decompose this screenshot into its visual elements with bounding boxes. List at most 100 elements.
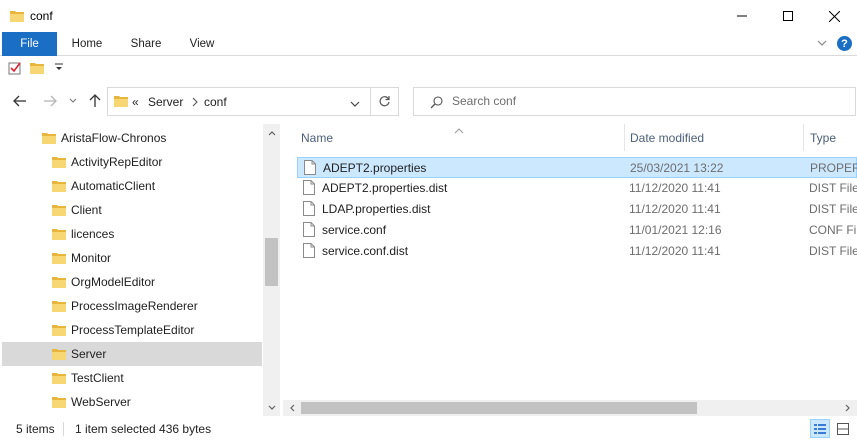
tree-item-label: TestClient [71,371,124,385]
tree-item[interactable]: ProcessTemplateEditor [2,318,262,342]
new-folder-icon[interactable] [30,61,44,77]
folder-icon [52,299,66,315]
breadcrumb-server[interactable]: Server [148,95,183,109]
file-row[interactable]: service.conf 11/01/2021 12:16 CONF Fil [297,220,857,241]
column-divider[interactable] [803,124,804,151]
file-name: service.conf [322,223,387,237]
forward-button[interactable] [41,92,59,110]
search-box[interactable] [413,87,856,116]
file-type: DIST File [809,181,857,195]
tree-item[interactable]: licences [2,222,262,246]
tree-item[interactable]: TestClient [2,366,262,390]
tree-item[interactable]: Monitor [2,246,262,270]
folder-icon [42,131,56,147]
scroll-left-icon[interactable] [287,403,297,413]
refresh-button[interactable] [371,87,399,116]
search-input[interactable] [452,94,812,108]
column-header-type[interactable]: Type [810,124,836,151]
file-list-h-scrollbar[interactable] [283,400,857,416]
close-button[interactable] [811,0,857,32]
tree-item-label: Client [71,203,102,217]
tab-view[interactable]: View [178,32,226,56]
tree-item[interactable]: OrgModelEditor [2,270,262,294]
folder-icon [52,395,66,411]
tab-share[interactable]: Share [120,32,172,56]
folder-icon [52,371,66,387]
breadcrumb-overflow[interactable]: « [132,95,139,109]
tab-file[interactable]: File [2,32,57,56]
tree-item[interactable]: Client [2,198,262,222]
file-name: LDAP.properties.dist [322,202,431,216]
file-type: DIST File [809,202,857,216]
file-icon [303,243,315,261]
scroll-right-icon[interactable] [843,403,853,413]
nav-scrollbar-thumb[interactable] [265,238,278,286]
tree-item-label: AutomaticClient [71,179,156,193]
folder-icon [52,155,66,171]
tree-item[interactable]: ActivityRepEditor [2,150,262,174]
tree-item[interactable]: Server [2,342,262,366]
up-button[interactable] [86,92,104,110]
tree-item-label: ProcessTemplateEditor [71,323,195,337]
tree-item-label: licences [71,227,115,241]
chevron-right-icon[interactable] [191,96,199,110]
tab-home[interactable]: Home [60,32,114,56]
column-header-name[interactable]: Name [301,124,333,151]
folder-icon [52,227,66,243]
folder-icon [52,203,66,219]
folder-icon [114,94,128,110]
file-icon [303,222,315,240]
file-row[interactable]: service.conf.dist 11/12/2020 11:41 DIST Fi… [297,241,857,262]
file-name: ADEPT2.properties [323,161,427,175]
expand-ribbon-icon[interactable] [816,37,828,52]
tree-item[interactable]: WebServer [2,390,262,414]
file-row[interactable]: ADEPT2.properties 25/03/2021 13:22 PROPERT… [297,157,857,178]
help-icon[interactable]: ? [837,36,852,51]
h-scrollbar-thumb[interactable] [301,402,697,414]
address-row: « Server conf [0,81,857,122]
file-type: DIST File [809,244,857,258]
folder-icon [52,347,66,363]
breadcrumb-conf[interactable]: conf [204,95,227,109]
tree-item-label: ProcessImageRenderer [71,299,198,313]
chevron-down-icon[interactable] [350,98,360,112]
folder-icon [10,9,24,25]
tree-item[interactable]: AutomaticClient [2,174,262,198]
file-date: 11/12/2020 11:41 [629,181,721,195]
customize-toolbar-icon[interactable] [54,61,64,76]
details-view-button[interactable] [810,419,830,438]
file-row[interactable]: LDAP.properties.dist 11/12/2020 11:41 DIST… [297,199,857,220]
ribbon-tabs: File Home Share View ? [0,32,857,56]
tree-item-label: ActivityRepEditor [71,155,163,169]
tree-item[interactable]: ProcessImageRenderer [2,294,262,318]
file-type: PROPERTI [810,161,857,175]
maximize-button[interactable] [765,0,811,32]
status-bar: 5 items 1 item selected 436 bytes [0,418,857,440]
column-header-date[interactable]: Date modified [630,124,704,151]
tree-item[interactable]: AristaFlow-Chronos [2,126,262,150]
file-date: 11/12/2020 11:41 [629,202,721,216]
nav-scrollbar[interactable] [263,124,280,416]
file-icon [303,180,315,198]
recent-locations-button[interactable] [64,92,82,110]
file-date: 11/12/2020 11:41 [629,244,721,258]
minimize-button[interactable] [719,0,765,32]
large-icons-view-button[interactable] [833,419,853,438]
column-divider[interactable] [624,124,625,151]
file-row[interactable]: ADEPT2.properties.dist 11/12/2020 11:41 DI… [297,178,857,199]
file-icon [304,160,316,178]
item-count: 5 items [16,422,55,436]
folder-icon [52,275,66,291]
address-bar[interactable]: « Server conf [107,87,371,116]
window-title: conf [30,9,53,23]
selection-info: 1 item selected 436 bytes [75,422,212,436]
scroll-up-icon[interactable] [267,128,277,138]
back-button[interactable] [11,92,29,110]
properties-icon[interactable] [8,61,22,78]
tree-item-label: WebServer [71,395,131,409]
tree-item-label: AristaFlow-Chronos [61,131,167,145]
scroll-down-icon[interactable] [267,403,277,413]
tree-item-label: Monitor [71,251,112,265]
title-bar: conf [0,0,857,32]
sort-ascending-icon [454,124,464,138]
